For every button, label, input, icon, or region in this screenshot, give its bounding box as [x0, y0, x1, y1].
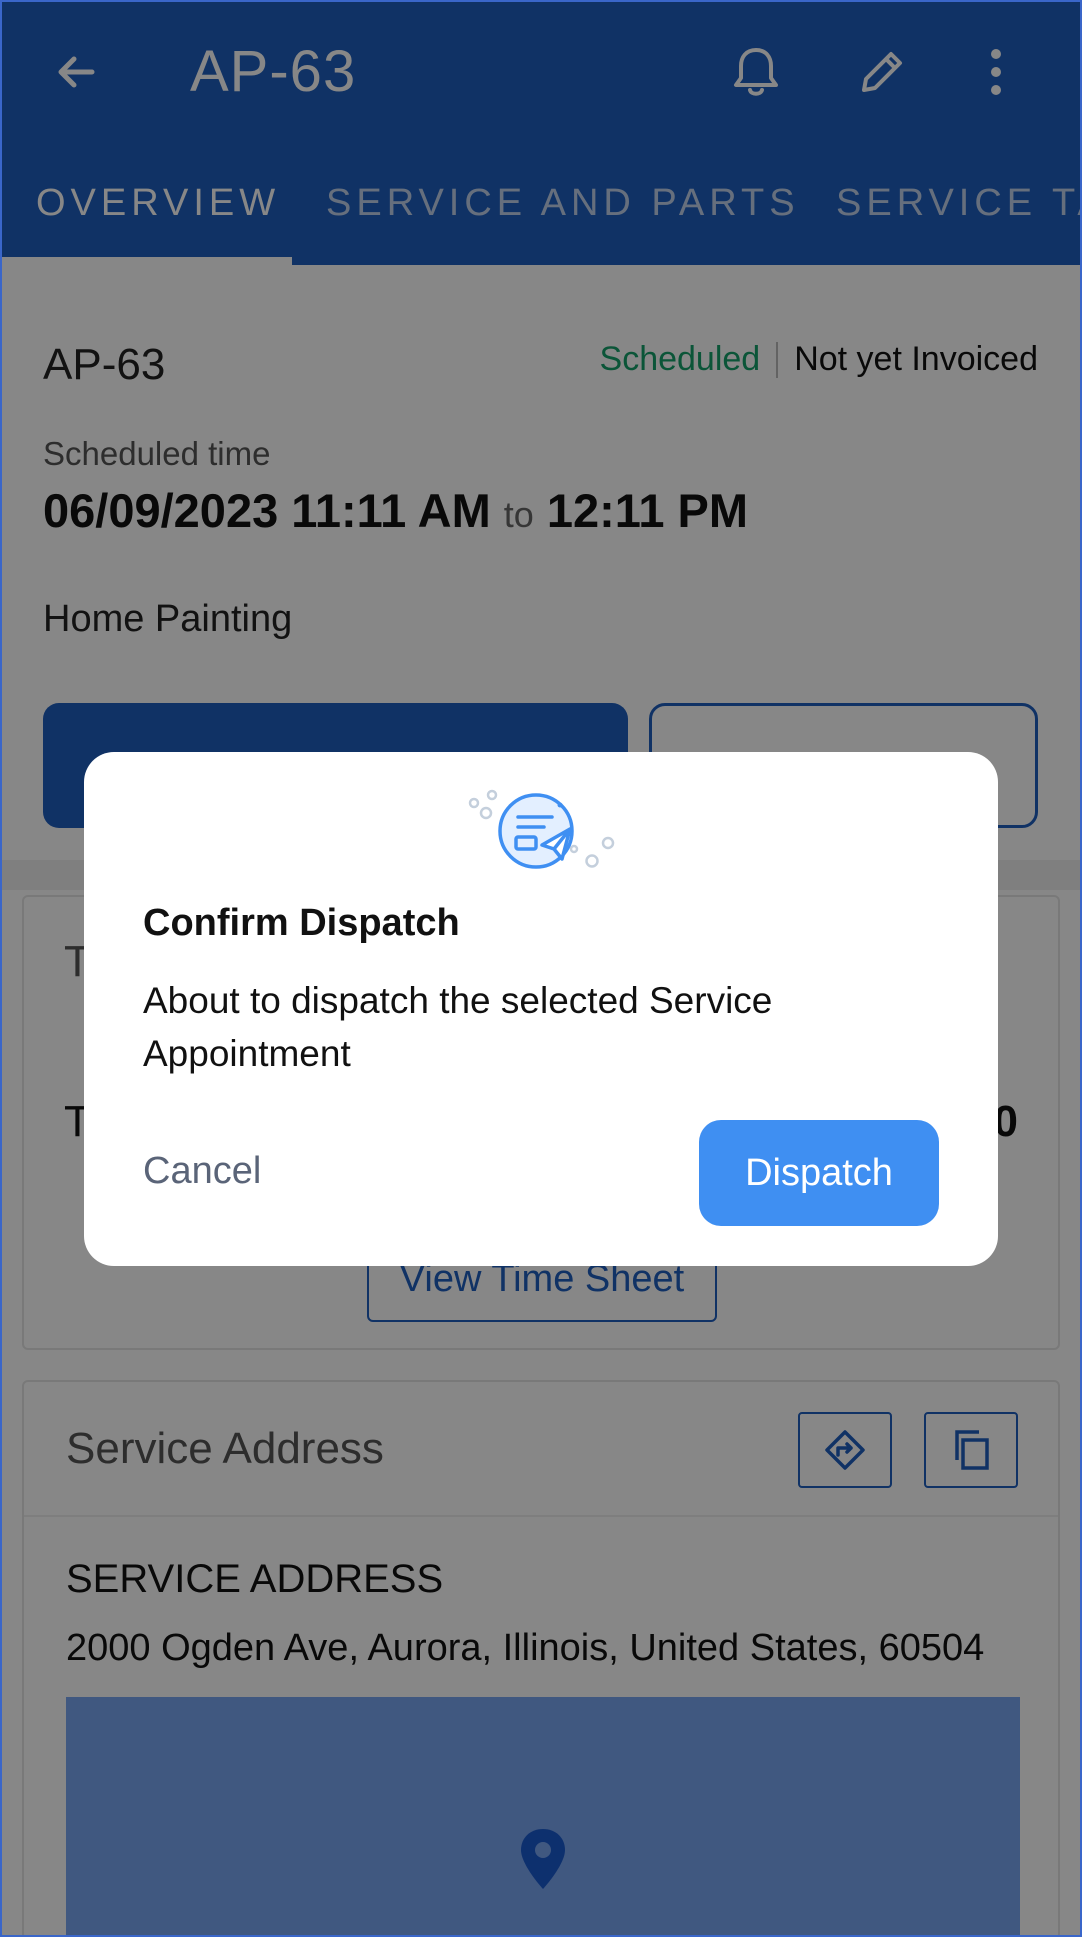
dialog-title: Confirm Dispatch — [143, 902, 460, 944]
cancel-button[interactable]: Cancel — [143, 1150, 261, 1193]
dispatch-illustration-icon — [468, 789, 615, 869]
confirm-dispatch-button[interactable]: Dispatch — [699, 1120, 939, 1226]
confirm-dispatch-dialog: Confirm Dispatch About to dispatch the s… — [84, 752, 998, 1266]
dialog-message: About to dispatch the selected Service A… — [143, 980, 773, 1074]
